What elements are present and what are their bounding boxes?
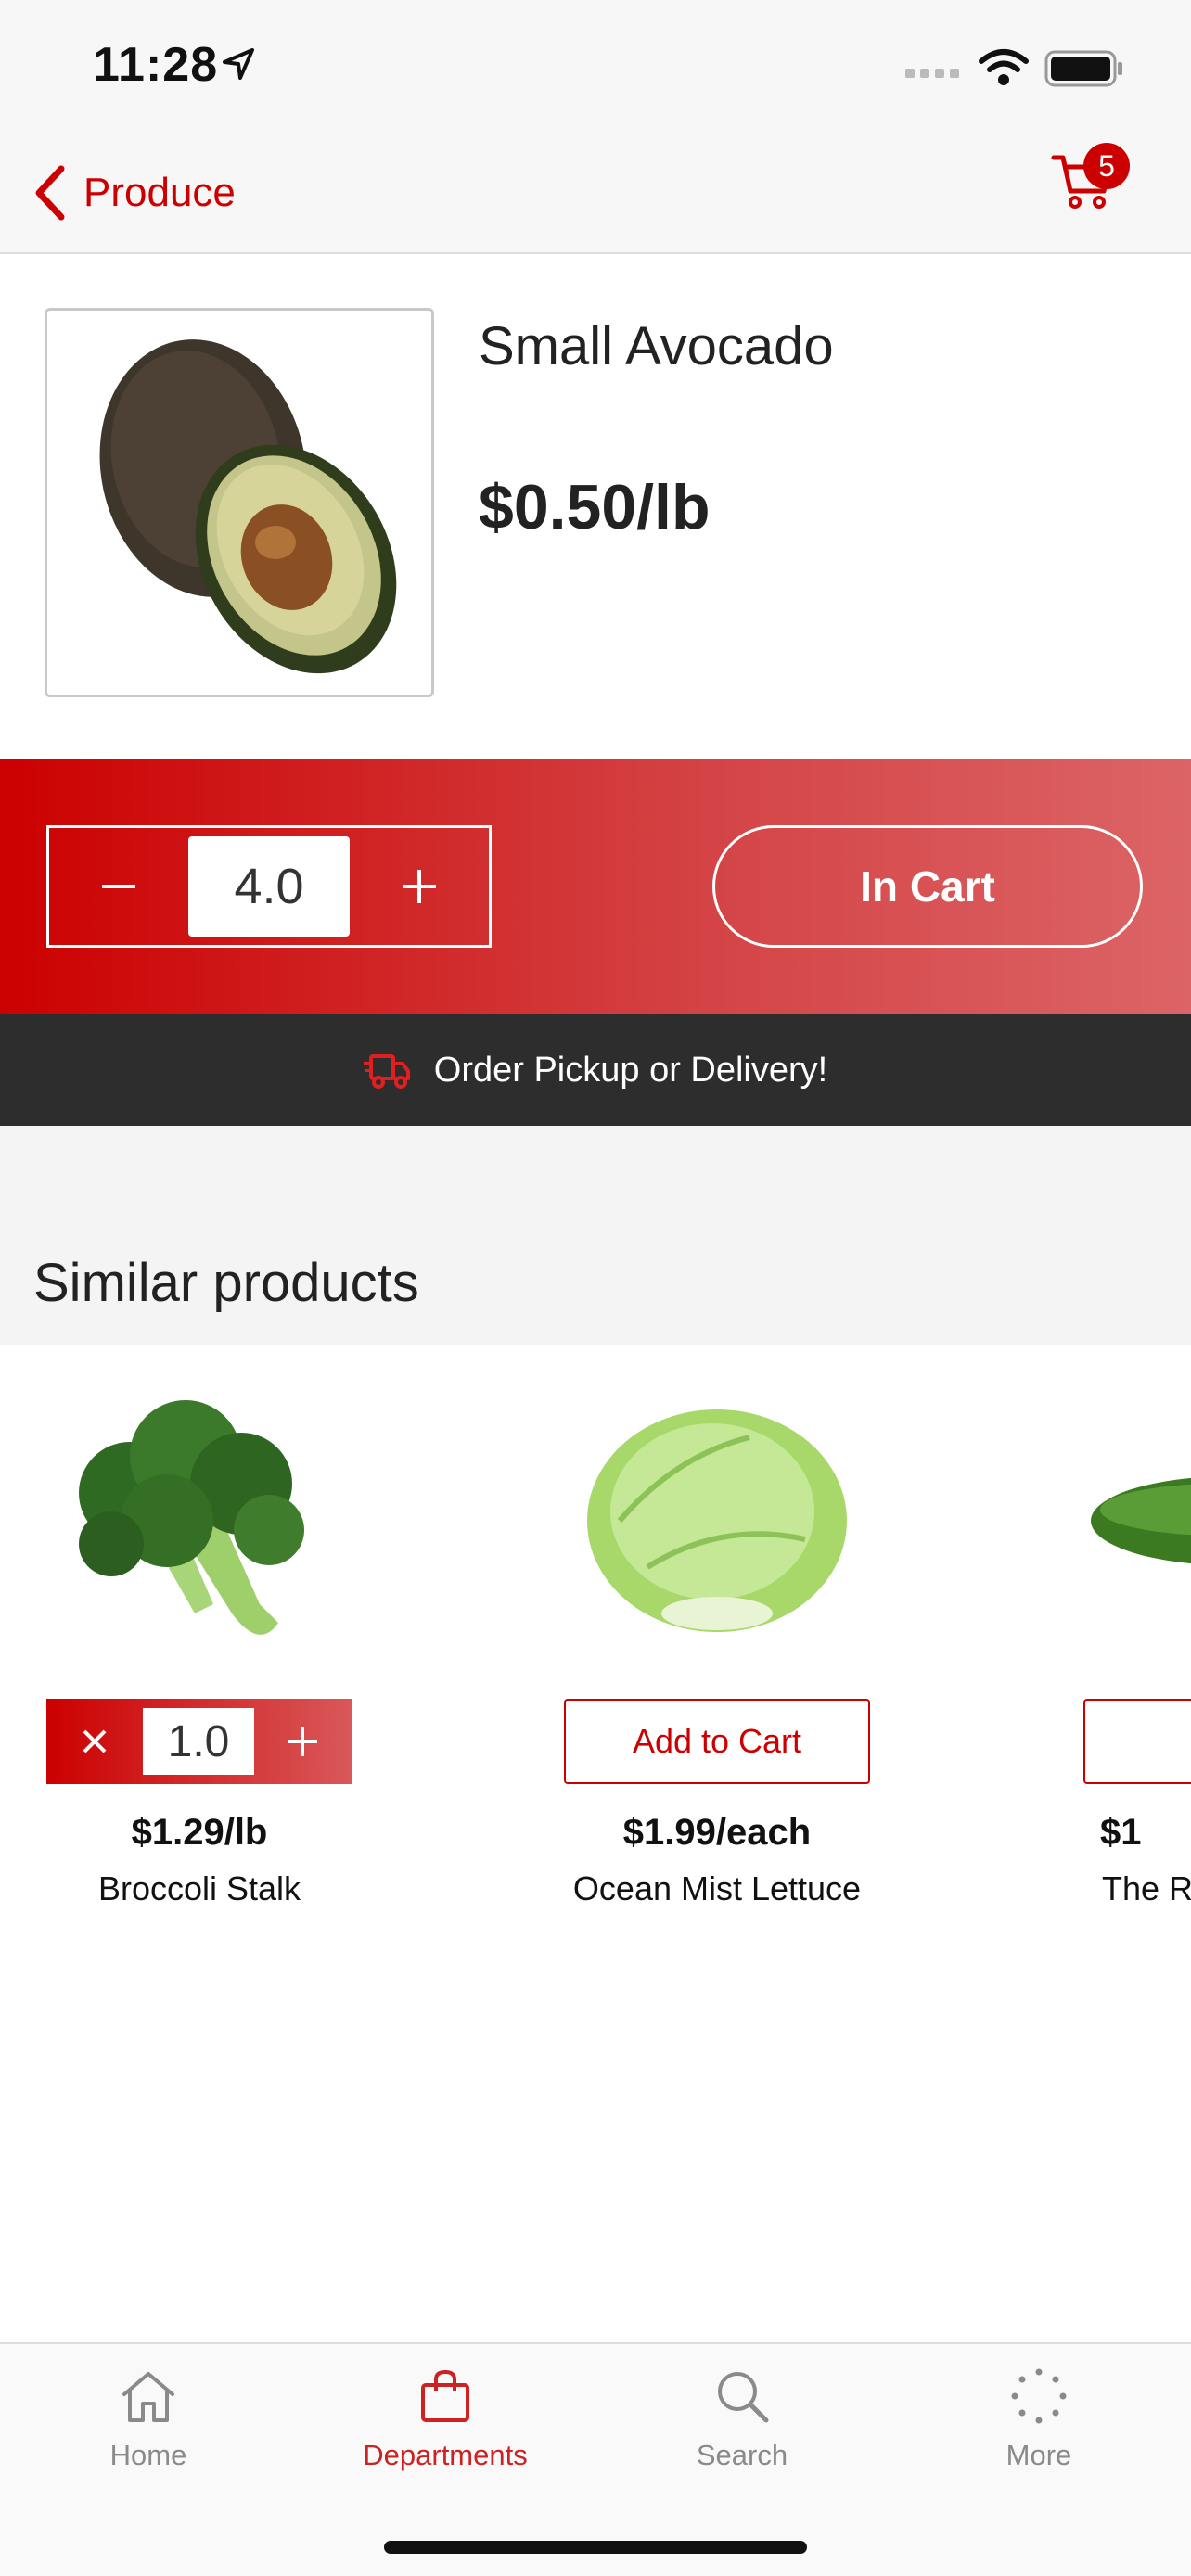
tab-label: More — [1005, 2439, 1072, 2471]
product-card[interactable]: Add to Cart $1.99/each Ocean Mist Lettuc… — [564, 1363, 1046, 1919]
tab-label: Search — [696, 2439, 788, 2471]
card-name: Ocean Mist Lettuce — [572, 1869, 862, 1907]
plus-icon — [403, 870, 436, 903]
back-button[interactable]: Produce — [33, 158, 236, 228]
home-indicator[interactable] — [384, 2541, 807, 2554]
card-name: The R — [1102, 1869, 1191, 1907]
card-name: Broccoli Stalk — [97, 1869, 301, 1907]
in-cart-button[interactable]: In Cart — [712, 825, 1143, 948]
more-dots-icon — [1011, 2368, 1067, 2424]
decrease-quantity-button[interactable] — [49, 828, 188, 945]
product-name: Small Avocado — [479, 316, 834, 376]
remove-from-cart-button[interactable] — [46, 1699, 143, 1784]
card-quantity-value[interactable]: 1.0 — [143, 1708, 254, 1775]
location-arrow-icon — [223, 48, 254, 80]
product-card[interactable]: Ad $1 The R — [1082, 1363, 1191, 1919]
wifi-icon — [979, 49, 1029, 85]
card-increase-button[interactable] — [254, 1699, 351, 1784]
tab-home[interactable]: Home — [0, 2368, 297, 2507]
product-image — [45, 308, 434, 697]
card-price: $1.29/lb — [131, 1812, 268, 1853]
add-to-cart-button[interactable]: Ad — [1083, 1699, 1191, 1784]
status-time: 11:28 — [93, 38, 219, 92]
product-price: $0.50/lb — [479, 472, 711, 542]
card-quantity-stepper[interactable]: 1.0 — [46, 1699, 352, 1784]
add-to-cart-button[interactable]: Add to Cart — [564, 1699, 870, 1784]
cart-count-badge: 5 — [1083, 143, 1130, 189]
avocado-icon — [47, 311, 431, 695]
card-price: $1 — [1100, 1812, 1142, 1853]
promo-text: Order Pickup or Delivery! — [433, 1050, 828, 1090]
pickup-delivery-banner[interactable]: Order Pickup or Delivery! — [0, 1014, 1191, 1126]
minus-icon — [102, 885, 135, 888]
product-card-image — [1082, 1382, 1191, 1660]
close-icon — [83, 1729, 107, 1753]
lettuce-icon — [587, 1409, 847, 1632]
chevron-left-icon — [35, 165, 65, 221]
delivery-truck-icon — [363, 1054, 410, 1089]
shopping-bag-icon — [421, 2369, 469, 2422]
quantity-stepper[interactable]: 4.0 — [46, 825, 492, 948]
back-label: Produce — [83, 170, 236, 215]
cucumber-icon — [1091, 1477, 1191, 1564]
tab-search[interactable]: Search — [594, 2368, 890, 2507]
broccoli-icon — [79, 1400, 304, 1635]
product-card-image — [564, 1382, 870, 1660]
battery-icon — [1044, 50, 1122, 87]
tab-label: Home — [109, 2439, 187, 2471]
quantity-value[interactable]: 4.0 — [188, 836, 350, 937]
similar-products-title: Similar products — [33, 1253, 419, 1313]
increase-quantity-button[interactable] — [350, 828, 489, 945]
home-icon — [122, 2372, 174, 2422]
tab-more[interactable]: More — [890, 2368, 1187, 2507]
tab-label: Departments — [363, 2439, 528, 2471]
product-card[interactable]: 1.0 $1.29/lb Broccoli Stalk — [46, 1363, 529, 1919]
card-price: $1.99/each — [622, 1812, 812, 1853]
search-icon — [718, 2372, 769, 2423]
tab-departments[interactable]: Departments — [297, 2368, 594, 2507]
cellular-signal-icon — [905, 69, 959, 78]
plus-icon — [288, 1727, 317, 1756]
product-card-image — [46, 1382, 352, 1660]
top-bar: 11:28 Produce 5 — [0, 0, 1191, 254]
